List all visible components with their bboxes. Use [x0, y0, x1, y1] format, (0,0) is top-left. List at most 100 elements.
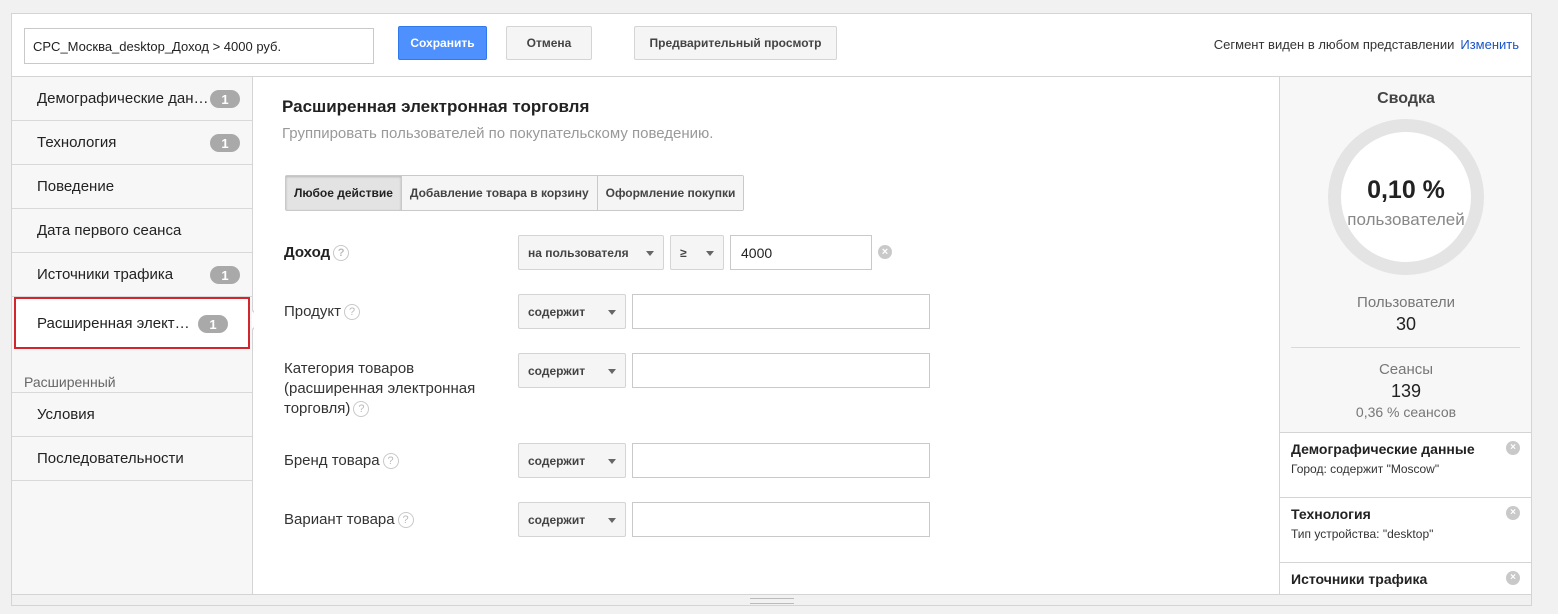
filter-label-text: Доход — [284, 244, 331, 261]
filter-row-revenue: Доход? на пользователя ≥ 4000 × — [284, 235, 984, 275]
chevron-down-icon — [608, 518, 616, 523]
filter-row-category: Категория товаров (расширенная электронн… — [284, 353, 984, 423]
sidebar-section-advanced: Расширенный — [12, 349, 252, 393]
users-value: 30 — [1395, 314, 1417, 334]
sessions-value: 139 — [1390, 381, 1422, 401]
scope-dropdown[interactable]: на пользователя — [518, 235, 664, 270]
condition-count-badge: 1 — [198, 315, 228, 333]
remove-condition-icon[interactable]: × — [1506, 571, 1520, 585]
help-icon[interactable]: ? — [344, 304, 360, 321]
resize-grip-icon[interactable] — [750, 598, 794, 604]
sidebar-item-first-session-date[interactable]: Дата первого сеанса — [12, 209, 252, 253]
dropdown-value: ≥ — [680, 245, 687, 260]
chevron-down-icon — [646, 251, 654, 256]
condition-desc: Город: содержит "Moscow" — [1291, 462, 1440, 476]
remove-condition-icon[interactable]: × — [1506, 441, 1520, 455]
resize-bar[interactable] — [12, 594, 1531, 605]
revenue-value-input[interactable]: 4000 — [730, 235, 872, 270]
segment-name-input[interactable] — [24, 28, 374, 64]
sidebar-item-label: Дата первого сеанса — [37, 222, 182, 239]
condition-card-technology: Технология Тип устройства: "desktop" × — [1280, 497, 1531, 562]
match-type-dropdown[interactable]: содержит — [518, 502, 626, 537]
help-icon[interactable]: ? — [353, 401, 370, 418]
filter-label-text: Вариант товара — [284, 511, 395, 528]
sidebar-item-traffic-sources[interactable]: Источники трафика 1 — [12, 253, 252, 297]
condition-card-demographics: Демографические данные Город: содержит "… — [1280, 432, 1531, 497]
condition-count-badge: 1 — [210, 266, 240, 284]
dropdown-value: на пользователя — [528, 245, 629, 260]
page-title: Расширенная электронная торговля — [282, 97, 590, 116]
condition-title: Технология — [1291, 506, 1371, 522]
preview-button[interactable]: Предварительный просмотр — [634, 26, 837, 60]
tab-add-to-cart[interactable]: Добавление товара в корзину — [401, 176, 598, 210]
sidebar-item-label: Условия — [37, 406, 95, 423]
dropdown-value: содержит — [528, 512, 586, 527]
divider — [1291, 347, 1520, 348]
sessions-label: Сеансы — [1378, 361, 1434, 378]
segment-toolbar: Сохранить Отмена Предварительный просмот… — [12, 14, 1531, 77]
chevron-down-icon — [706, 251, 714, 256]
sidebar-item-demographics[interactable]: Демографические данные 1 — [12, 77, 252, 121]
percent-label: пользователей — [1347, 210, 1465, 229]
chevron-down-icon — [608, 310, 616, 315]
visibility-info: Сегмент виден в любом представлении Измен… — [1214, 37, 1519, 52]
brand-value-input[interactable] — [632, 443, 930, 478]
filter-label: Бренд товара? — [284, 451, 499, 471]
sidebar-item-label: Технология — [37, 134, 117, 151]
users-label: Пользователи — [1357, 294, 1455, 311]
sidebar-item-label: Источники трафика — [37, 266, 174, 283]
sidebar-item-label: Последовательности — [37, 450, 184, 467]
percent-ring: 0,10 % пользователей — [1328, 119, 1484, 275]
condition-count-badge: 1 — [210, 90, 240, 108]
segment-editor: Сохранить Отмена Предварительный просмот… — [11, 13, 1532, 606]
help-icon[interactable]: ? — [397, 512, 414, 529]
main-panel: Расширенная электронная торговля Группир… — [254, 77, 1279, 605]
sidebar-item-enhanced-ecommerce[interactable]: Расширенная электронная торговля 1 — [14, 297, 250, 349]
help-icon[interactable]: ? — [333, 245, 350, 262]
tab-checkout[interactable]: Оформление покупки — [597, 176, 744, 210]
product-value-input[interactable] — [632, 294, 930, 329]
remove-condition-icon[interactable]: × — [1506, 506, 1520, 520]
action-tabs: Любое действие Добавление товара в корзи… — [285, 175, 745, 211]
filter-row-brand: Бренд товара? содержит — [284, 443, 984, 483]
filter-label-text: Категория товаров (расширенная электронн… — [284, 360, 476, 417]
visibility-text: Сегмент виден в любом представлении — [1213, 37, 1455, 52]
filter-label: Категория товаров (расширенная электронн… — [284, 359, 494, 419]
save-button[interactable]: Сохранить — [398, 26, 487, 60]
page-subtitle: Группировать пользователей по покупатель… — [282, 125, 714, 142]
filter-row-variant: Вариант товара? содержит — [284, 502, 984, 542]
summary-title: Сводка — [1377, 90, 1435, 107]
change-visibility-link[interactable]: Изменить — [1460, 37, 1519, 52]
filter-row-product: Продукт? содержит — [284, 294, 984, 334]
help-icon[interactable]: ? — [382, 453, 399, 470]
condition-title: Демографические данные — [1291, 441, 1475, 457]
sidebar-item-sequences[interactable]: Последовательности — [12, 437, 252, 481]
sidebar-item-conditions[interactable]: Условия — [12, 393, 252, 437]
sidebar: Демографические данные 1 Технология 1 По… — [12, 77, 253, 605]
clear-icon[interactable]: × — [878, 245, 892, 259]
match-type-dropdown[interactable]: содержит — [518, 353, 626, 388]
filter-label: Продукт? — [284, 302, 499, 322]
variant-value-input[interactable] — [632, 502, 930, 537]
sidebar-item-behavior[interactable]: Поведение — [12, 165, 252, 209]
filter-label-text: Продукт — [284, 303, 341, 320]
filter-label: Вариант товара? — [284, 510, 499, 530]
cancel-button[interactable]: Отмена — [506, 26, 592, 60]
condition-title: Источники трафика — [1291, 571, 1428, 587]
dropdown-value: содержит — [528, 304, 586, 319]
category-value-input[interactable] — [632, 353, 930, 388]
dropdown-value: содержит — [528, 363, 586, 378]
sidebar-item-label: Демографические данные — [37, 90, 209, 107]
sidebar-item-technology[interactable]: Технология 1 — [12, 121, 252, 165]
filter-label: Доход? — [284, 243, 499, 263]
chevron-down-icon — [608, 369, 616, 374]
sidebar-item-label: Поведение — [37, 178, 115, 195]
operator-dropdown[interactable]: ≥ — [670, 235, 724, 270]
match-type-dropdown[interactable]: содержит — [518, 443, 626, 478]
sidebar-item-label: Расширенная электронная торговля — [37, 314, 193, 332]
filter-label-text: Бренд товара — [284, 452, 380, 469]
chevron-down-icon — [608, 459, 616, 464]
tab-any-action[interactable]: Любое действие — [286, 176, 402, 210]
dropdown-value: содержит — [528, 453, 586, 468]
match-type-dropdown[interactable]: содержит — [518, 294, 626, 329]
